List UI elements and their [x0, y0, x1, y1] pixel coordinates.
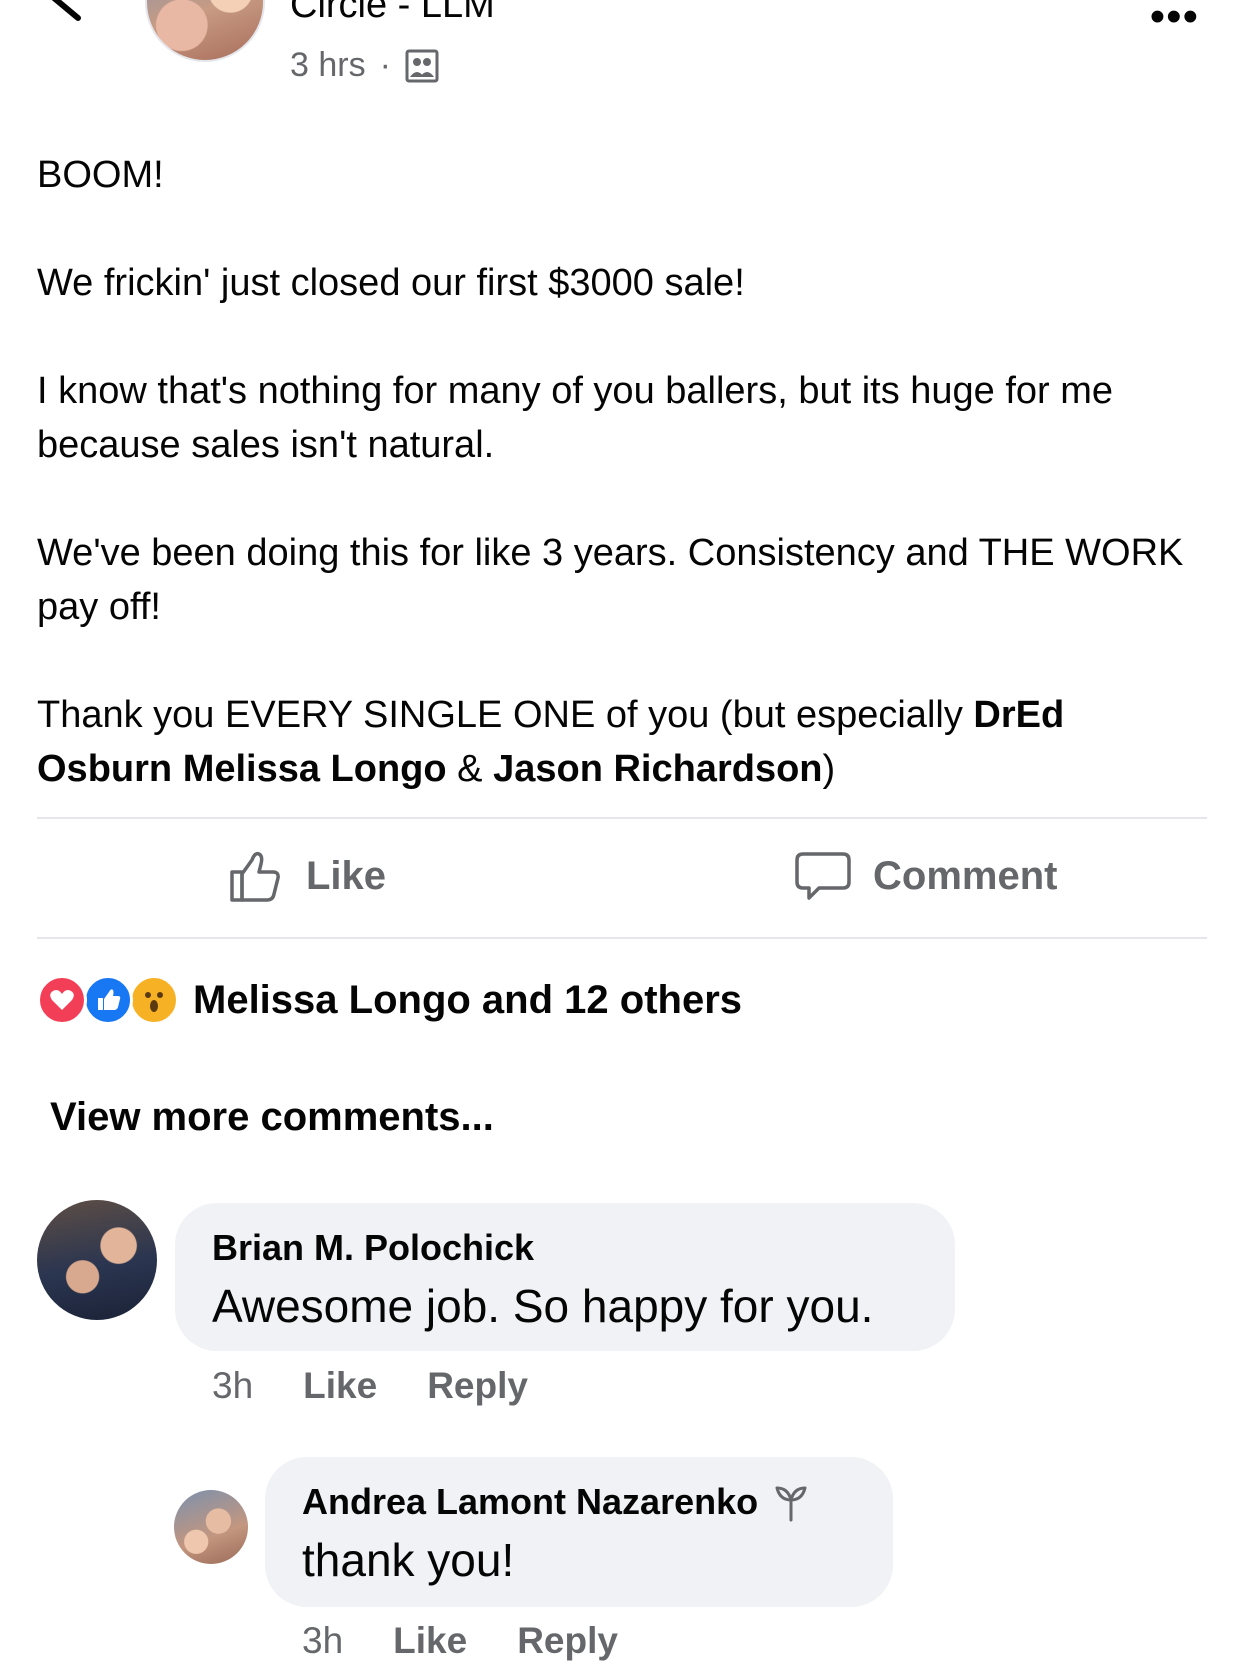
divider [37, 937, 1207, 939]
comment-actions: 3h Like Reply [212, 1365, 578, 1407]
more-dots-icon[interactable]: ••• [1150, 0, 1199, 42]
thanks-text: Thank you EVERY SINGLE ONE of you (but e… [37, 694, 974, 736]
comment-button-label: Comment [873, 853, 1058, 898]
comment-bubble-icon [795, 852, 851, 900]
comment-like-button[interactable]: Like [303, 1365, 377, 1407]
post-text: BOOM! We frickin' just closed our first … [37, 148, 1207, 796]
group-avatar[interactable] [145, 0, 265, 62]
post-paragraph: We frickin' just closed our first $3000 … [37, 262, 745, 304]
thanks-suffix: ) [822, 748, 836, 790]
comment-bubble: Andrea Lamont Nazarenko thank you! [265, 1457, 893, 1607]
comment-author-name[interactable]: Brian M. Polochick [212, 1227, 534, 1269]
comment-author-name[interactable]: Andrea Lamont Nazarenko [302, 1481, 758, 1523]
comment-actions: 3h Like Reply [302, 1620, 668, 1662]
back-arrow-icon[interactable] [48, 0, 98, 24]
reactions-summary-text: Melissa Longo and 12 others [193, 977, 743, 1022]
comment-text: Awesome job. So happy for you. [212, 1280, 874, 1332]
group-name[interactable]: Circle - LLM [290, 0, 495, 27]
meta-separator: · [379, 46, 391, 84]
post-paragraph: I know that's nothing for many of you ba… [37, 370, 1114, 466]
rising-star-badge-icon [775, 1486, 807, 1522]
like-button[interactable]: Like [228, 848, 386, 904]
post-paragraph: BOOM! [37, 154, 164, 196]
comment-author[interactable]: Brian M. Polochick [212, 1227, 534, 1269]
comment-author[interactable]: Andrea Lamont Nazarenko [302, 1481, 810, 1523]
mention-jason-richardson[interactable]: Jason Richardson [493, 748, 822, 790]
wow-reaction-icon [129, 975, 179, 1025]
thumbs-up-icon [230, 851, 280, 902]
commenter-avatar[interactable] [37, 1200, 157, 1320]
comment-bubble: Brian M. Polochick Awesome job. So happy… [175, 1203, 955, 1351]
comment-time[interactable]: 3h [302, 1620, 343, 1662]
post-paragraph: We've been doing this for like 3 years. … [37, 532, 1184, 628]
like-reaction-icon [83, 975, 133, 1025]
comment-reply-button[interactable]: Reply [427, 1365, 528, 1407]
comment-button[interactable]: Comment [795, 848, 1057, 904]
mention-ampersand: & [446, 748, 494, 790]
post-thanks-paragraph: Thank you EVERY SINGLE ONE of you (but e… [37, 688, 1207, 796]
mention-space [172, 748, 183, 790]
view-more-comments-link[interactable]: View more comments... [50, 1095, 494, 1140]
comment-like-button[interactable]: Like [393, 1620, 467, 1662]
comment-time[interactable]: 3h [212, 1365, 253, 1407]
reactions-summary[interactable]: Melissa Longo and 12 others [37, 975, 742, 1025]
comment-text: thank you! [302, 1534, 515, 1586]
mention-melissa-longo[interactable]: Melissa Longo [183, 748, 447, 790]
commenter-avatar[interactable] [174, 1490, 248, 1564]
post-meta: 3 hrs · [290, 46, 439, 85]
post-timestamp[interactable]: 3 hrs [290, 46, 366, 85]
comment-reply-button[interactable]: Reply [517, 1620, 618, 1662]
love-reaction-icon [37, 975, 87, 1025]
divider [37, 817, 1207, 819]
like-button-label: Like [306, 853, 387, 898]
group-members-icon [405, 49, 439, 82]
